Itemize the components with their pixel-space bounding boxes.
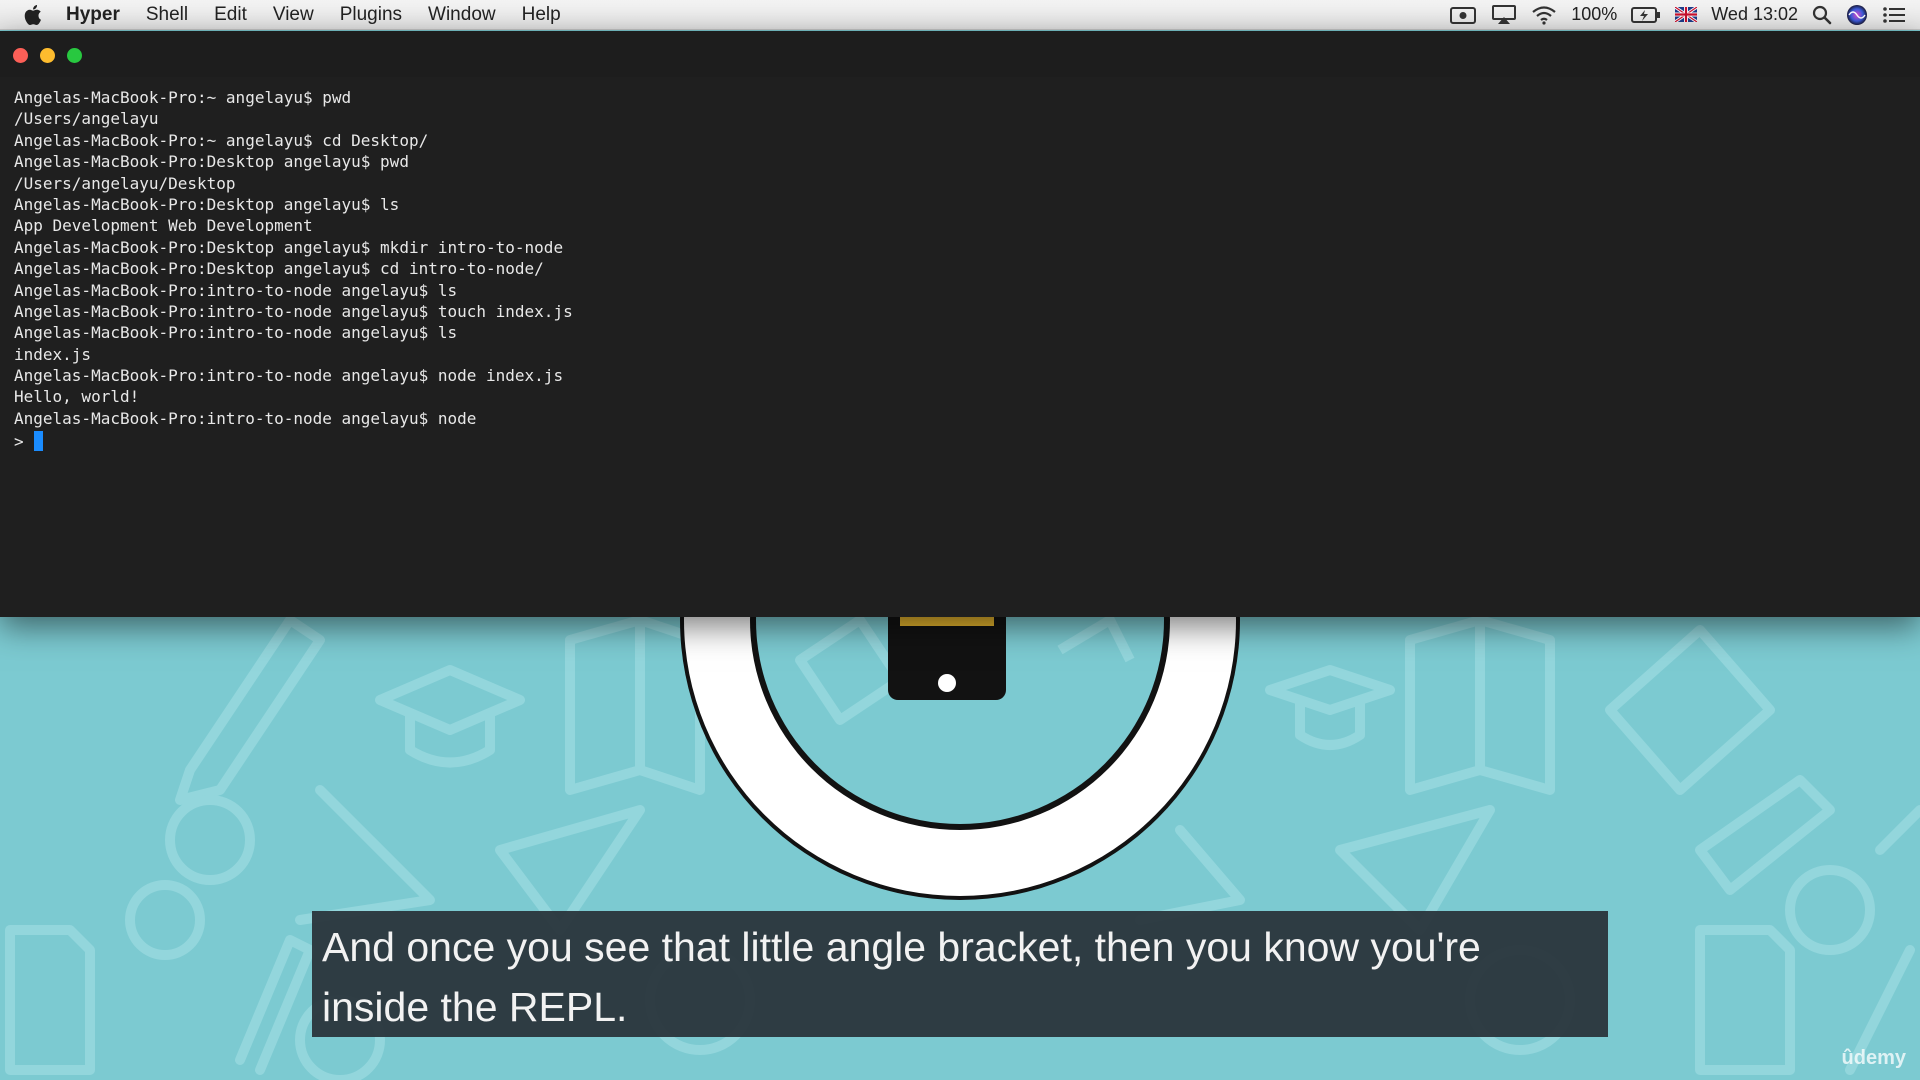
terminal-cursor xyxy=(33,431,43,452)
menu-bar: Hyper Shell Edit View Plugins Window Hel… xyxy=(0,0,1920,30)
terminal-line: Angelas-MacBook-Pro:intro-to-node angela… xyxy=(14,301,573,321)
menu-plugins[interactable]: Plugins xyxy=(340,4,402,26)
terminal-line: Angelas-MacBook-Pro:Desktop angelayu$ mk… xyxy=(14,237,564,257)
menu-view[interactable]: View xyxy=(273,4,314,26)
terminal-line: Angelas-MacBook-Pro:intro-to-node angela… xyxy=(14,280,458,300)
menu-help[interactable]: Help xyxy=(522,4,561,26)
terminal-line: Angelas-MacBook-Pro:Desktop angelayu$ cd… xyxy=(14,259,544,279)
repl-input-line[interactable]: > xyxy=(14,429,1920,453)
subtitle-line-2: inside the REPL. xyxy=(322,984,628,1030)
terminal-line: Angelas-MacBook-Pro:intro-to-node angela… xyxy=(14,366,564,386)
terminal-line: index.js xyxy=(14,344,92,364)
close-window-button[interactable] xyxy=(13,48,28,63)
terminal-line: Angelas-MacBook-Pro:Desktop angelayu$ ls xyxy=(14,194,400,214)
terminal-line: Angelas-MacBook-Pro:intro-to-node angela… xyxy=(14,408,477,428)
spotlight-search-icon[interactable] xyxy=(1812,0,1832,30)
airplay-icon[interactable] xyxy=(1491,0,1517,30)
menu-window[interactable]: Window xyxy=(428,4,496,26)
wifi-icon[interactable] xyxy=(1531,0,1557,30)
terminal-line: /Users/angelayu xyxy=(14,109,159,129)
subtitle-caption: And once you see that little angle brack… xyxy=(312,911,1608,1037)
terminal-line: Angelas-MacBook-Pro:Desktop angelayu$ pw… xyxy=(14,152,409,172)
repl-prompt: > xyxy=(14,431,24,451)
siri-icon[interactable] xyxy=(1846,0,1868,30)
screen-record-icon[interactable] xyxy=(1449,0,1477,30)
terminal-line: Angelas-MacBook-Pro:~ angelayu$ cd Deskt… xyxy=(14,130,429,150)
menu-edit[interactable]: Edit xyxy=(214,4,247,26)
notification-center-icon[interactable] xyxy=(1882,0,1906,30)
battery-percentage: 100% xyxy=(1571,4,1618,24)
screen: Hyper Shell Edit View Plugins Window Hel… xyxy=(0,0,1920,1080)
terminal-line: Angelas-MacBook-Pro:intro-to-node angela… xyxy=(14,323,458,343)
maximize-window-button[interactable] xyxy=(67,48,82,63)
menu-shell[interactable]: Shell xyxy=(146,4,188,26)
terminal-output[interactable]: Angelas-MacBook-Pro:~ angelayu$ pwd /Use… xyxy=(0,77,1920,453)
terminal-window[interactable]: Angelas-MacBook-Pro:~ angelayu$ pwd /Use… xyxy=(0,31,1920,617)
udemy-watermark: ûdemy xyxy=(1841,1047,1906,1069)
terminal-line: Angelas-MacBook-Pro:~ angelayu$ pwd xyxy=(14,88,352,107)
terminal-line: /Users/angelayu/Desktop xyxy=(14,173,236,193)
uk-flag-icon[interactable] xyxy=(1675,0,1698,30)
terminal-line: Hello, world! xyxy=(14,387,140,407)
clock[interactable]: Wed 13:02 xyxy=(1711,4,1798,25)
minimize-window-button[interactable] xyxy=(40,48,55,63)
subtitle-line-1: And once you see that little angle brack… xyxy=(322,924,1481,970)
menu-app-name[interactable]: Hyper xyxy=(66,4,120,26)
terminal-line: App Development Web Development xyxy=(14,216,313,236)
battery-icon[interactable] xyxy=(1631,0,1661,30)
terminal-titlebar[interactable] xyxy=(0,31,1920,77)
apple-icon[interactable] xyxy=(20,0,44,30)
